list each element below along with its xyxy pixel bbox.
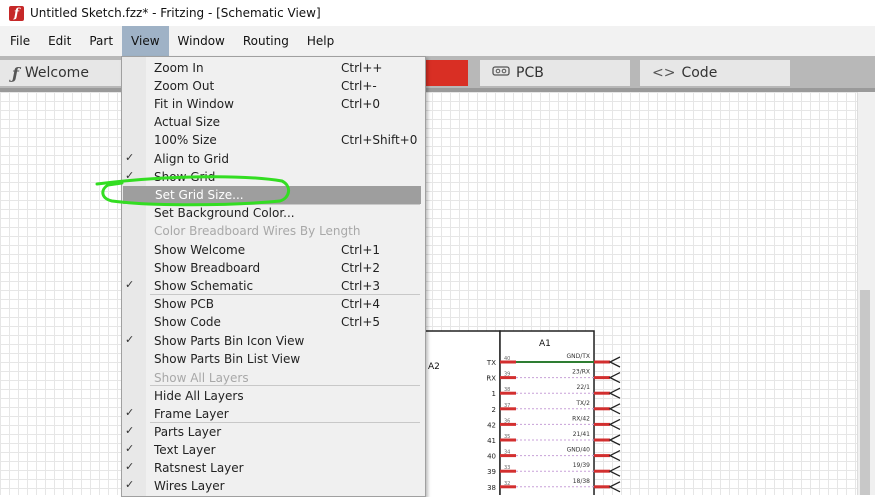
green-circle-annotation: [95, 175, 290, 207]
annotation-overlay: [95, 175, 290, 207]
